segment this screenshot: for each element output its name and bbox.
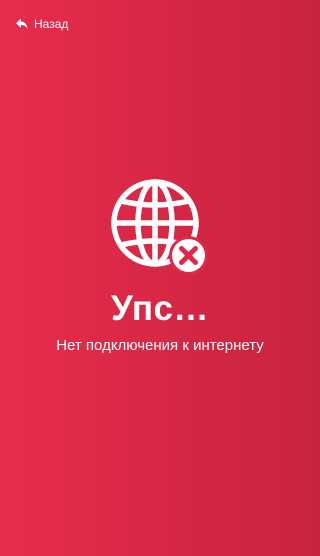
reply-arrow-icon: [16, 18, 28, 30]
back-button[interactable]: Назад: [15, 14, 68, 34]
no-connection-illustration: [111, 176, 211, 276]
error-message: Нет подключения к интернету: [56, 337, 264, 354]
back-button-label: Назад: [34, 17, 69, 31]
no-internet-screen: Назад Упс… Нет подключения к интернету: [0, 0, 320, 556]
error-title: Упс…: [110, 289, 210, 328]
close-circle-icon: [169, 236, 208, 275]
